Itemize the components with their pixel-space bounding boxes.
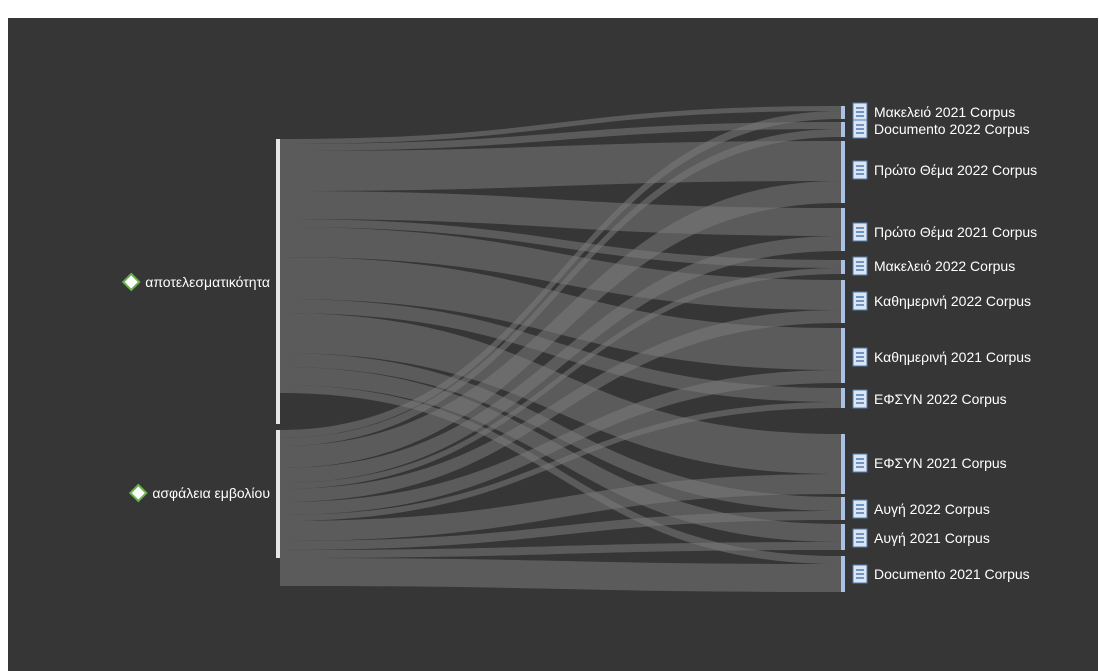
- target-node-bar[interactable]: [841, 497, 845, 520]
- document-icon: [852, 453, 868, 473]
- document-icon: [852, 256, 868, 276]
- target-node-bar[interactable]: [841, 122, 845, 137]
- sankey-diagram: αποτελεσματικότητα ασφάλεια εμβολίου Μακελ…: [121, 102, 1037, 592]
- source-node-bar[interactable]: [276, 430, 280, 558]
- target-node-bar[interactable]: [841, 260, 845, 274]
- flows-layer: [280, 106, 841, 592]
- target-node-label: Πρώτο Θέμα 2021 Corpus: [874, 224, 1037, 240]
- target-node-label: Μακελειό 2022 Corpus: [874, 258, 1015, 274]
- document-icon: [852, 389, 868, 409]
- target-node-label: Μακελειό 2021 Corpus: [874, 104, 1015, 120]
- target-node-bar[interactable]: [841, 141, 845, 203]
- document-icon: [852, 291, 868, 311]
- target-node-label: Πρώτο Θέμα 2022 Corpus: [874, 162, 1037, 178]
- source-node-bar[interactable]: [276, 139, 280, 424]
- target-node-label: ΕΦΣΥΝ 2021 Corpus: [874, 455, 1007, 471]
- document-icon: [852, 564, 868, 584]
- top-white-strip: [0, 0, 1099, 18]
- target-node-bar[interactable]: [841, 434, 845, 494]
- document-icon: [852, 119, 868, 139]
- target-node-bar[interactable]: [841, 208, 845, 251]
- sankey-panel: αποτελεσματικότητα ασφάλεια εμβολίου Μακελ…: [8, 18, 1098, 671]
- target-node-bar[interactable]: [841, 556, 845, 592]
- target-node-label: ΕΦΣΥΝ 2022 Corpus: [874, 391, 1007, 407]
- document-icon: [852, 160, 868, 180]
- diamond-icon: [128, 483, 148, 503]
- diamond-icon: [121, 272, 141, 292]
- target-node-bar[interactable]: [841, 388, 845, 408]
- document-icon: [852, 347, 868, 367]
- target-node-bar[interactable]: [841, 106, 845, 119]
- target-node-label: Αυγή 2021 Corpus: [874, 530, 990, 546]
- document-icon: [852, 528, 868, 548]
- target-node-bar[interactable]: [841, 328, 845, 383]
- target-node-label: Αυγή 2022 Corpus: [874, 501, 990, 517]
- flow-band[interactable]: [280, 558, 841, 592]
- target-node-label: Documento 2021 Corpus: [874, 566, 1030, 582]
- target-node-bar[interactable]: [841, 280, 845, 323]
- source-node-label: ασφάλεια εμβολίου: [152, 485, 270, 501]
- document-icon: [852, 499, 868, 519]
- target-node-bar[interactable]: [841, 524, 845, 550]
- source-node-label: αποτελεσματικότητα: [145, 274, 270, 290]
- document-icon: [852, 222, 868, 242]
- target-node-label: Documento 2022 Corpus: [874, 121, 1030, 137]
- target-node-label: Καθημερινή 2022 Corpus: [874, 293, 1031, 309]
- document-icon: [852, 102, 868, 122]
- target-node-label: Καθημερινή 2021 Corpus: [874, 349, 1031, 365]
